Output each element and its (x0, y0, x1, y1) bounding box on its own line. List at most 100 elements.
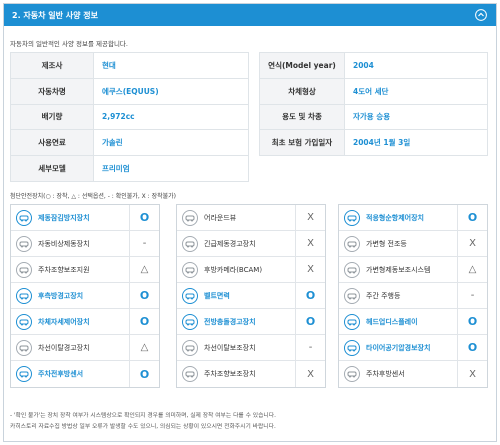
safety-item: 가변형제동보조시스템 △ (339, 257, 487, 283)
safety-item-name: 제동잠김방지장치 (38, 213, 90, 222)
safety-item-status: X (295, 257, 325, 282)
safety-item-name: 가변형제동보조시스템 (366, 265, 431, 274)
safety-item: 긴급제동경고장치 X (177, 231, 325, 257)
safety-item-status: △ (457, 257, 487, 282)
abs-icon (16, 210, 32, 226)
steering-assist-icon (182, 366, 198, 382)
safety-item: 가변형 전조등 X (339, 231, 487, 257)
hud-icon (344, 314, 360, 330)
safety-item-name: 자동비상제동장치 (38, 239, 90, 248)
rear-sensor-icon (344, 366, 360, 382)
safety-column-1: 제동잠김방지장치 O 자동비상제동장치 - 주차조향보조지원 △ 후측방경고장치 O 차체자세제… (10, 204, 160, 388)
spec-table-right: 연식(Model year) 2004 차체형상 4도어 세단 용도 및 차종 자가용 승… (259, 52, 488, 157)
seatbelt-icon (182, 288, 198, 304)
spec-value: 4도어 세단 (344, 77, 488, 105)
safety-item: 어라운드뷰 X (177, 205, 325, 231)
safety-item: 자동비상제동장치 - (11, 231, 159, 257)
spec-value: 프리미엄 (93, 155, 249, 182)
safety-item-status: △ (129, 257, 159, 282)
safety-item-name: 헤드업디스플레이 (366, 317, 418, 326)
safety-item-name: 후방카메라(BCAM) (204, 265, 263, 274)
daytime-light-icon (344, 288, 360, 304)
safety-item: 헤드업디스플레이 O (339, 309, 487, 335)
forward-collision-icon (182, 314, 198, 330)
safety-item-status: - (457, 283, 487, 308)
spec-row: 용도 및 차종 자가용 승용 (259, 103, 488, 131)
spec-table-left: 제조사 현대 자동차명 에쿠스(EQUUS) 배기량 2,972cc 사용연료 가솔린 세부모델… (10, 52, 249, 182)
chevron-up-icon[interactable] (475, 9, 487, 21)
spec-label: 제조사 (10, 52, 94, 79)
safety-item: 주차조향보조지원 △ (11, 257, 159, 283)
footnote: - '확인 불가'는 장치 장착 여부가 시스템상으로 확인되지 경우를 의미하… (10, 413, 276, 419)
safety-item-status: X (457, 231, 487, 256)
spec-label: 용도 및 차종 (259, 103, 345, 131)
spec-row: 연식(Model year) 2004 (259, 52, 488, 79)
safety-item: 후측방경고장치 O (11, 283, 159, 309)
rear-camera-icon (182, 262, 198, 278)
spec-label: 세부모델 (10, 155, 94, 182)
spec-label: 사용연료 (10, 129, 94, 157)
spec-value: 현대 (93, 52, 249, 79)
safety-item-name: 타이어공기압경보장치 (366, 343, 431, 352)
spec-row: 배기량 2,972cc (10, 103, 249, 131)
aeb-icon (16, 236, 32, 252)
tpms-icon (344, 340, 360, 356)
spec-row: 최초 보험 가입일자 2004년 1월 3일 (259, 129, 488, 157)
safety-item-name: 어라운드뷰 (204, 213, 237, 222)
safety-column-3: 적응형순항제어장치 O 가변형 전조등 X 가변형제동보조시스템 △ 주간 주행등 - 헤드업디… (338, 204, 488, 388)
safety-item-status: O (129, 283, 159, 308)
safety-item-name: 차선이탈경고장치 (38, 343, 90, 352)
safety-item-name: 차체자세제어장치 (38, 317, 90, 326)
safety-item-name: 주차전후방센서 (38, 370, 84, 378)
safety-item: 전방충돌경고장치 O (177, 309, 325, 335)
safety-item-name: 주차조향보조장치 (204, 370, 256, 378)
spec-label: 차체형상 (259, 77, 345, 105)
spec-label: 연식(Model year) (259, 52, 345, 79)
safety-item-status: O (129, 205, 159, 230)
section-title: 2. 자동차 일반 사양 정보 (12, 10, 98, 20)
safety-item: 후방카메라(BCAM) X (177, 257, 325, 283)
safety-item-name: 주간 주행등 (366, 291, 401, 300)
safety-item-status: X (295, 205, 325, 230)
safety-item: 주차전후방센서 O (11, 361, 159, 387)
spec-row: 세부모델 프리미엄 (10, 155, 249, 182)
safety-item-status: O (457, 205, 487, 230)
safety-item-status: O (129, 361, 159, 387)
safety-item: 벨트면력 O (177, 283, 325, 309)
safety-item-status: X (295, 361, 325, 387)
safety-item: 차체자세제어장치 O (11, 309, 159, 335)
adaptive-headlight-icon (344, 236, 360, 252)
safety-item-name: 후측방경고장치 (38, 291, 84, 300)
spec-value: 가솔린 (93, 129, 249, 157)
safety-item-name: 가변형 전조등 (366, 239, 407, 248)
spec-value: 2004 (344, 52, 488, 79)
safety-item: 차선이탈보조장치 - (177, 335, 325, 361)
spec-row: 사용연료 가솔린 (10, 129, 249, 157)
safety-legend: 첨단안전장치(○ : 장착, △ : 선택옵션, - : 확인불가, X : 장… (10, 193, 176, 200)
safety-item: 제동잠김방지장치 O (11, 205, 159, 231)
around-view-icon (182, 210, 198, 226)
rear-side-warning-icon (16, 288, 32, 304)
spec-value: 2004년 1월 3일 (344, 129, 488, 157)
safety-item: 타이어공기압경보장치 O (339, 335, 487, 361)
lane-departure-icon (16, 340, 32, 356)
safety-item-name: 긴급제동경고장치 (204, 239, 256, 248)
spec-value: 자가용 승용 (344, 103, 488, 131)
safety-item-name: 차선이탈보조장치 (204, 343, 256, 352)
spec-label: 배기량 (10, 103, 94, 131)
spec-value: 2,972cc (93, 103, 249, 131)
parking-sensor-icon (16, 366, 32, 382)
safety-item: 주차조향보조장치 X (177, 361, 325, 387)
safety-item-status: O (457, 309, 487, 334)
section-header[interactable]: 2. 자동차 일반 사양 정보 (4, 4, 496, 26)
safety-item-name: 적응형순항제어장치 (366, 213, 424, 222)
safety-item-name: 주차조향보조지원 (38, 265, 90, 274)
safety-item-status: △ (129, 335, 159, 360)
spec-row: 차체형상 4도어 세단 (259, 77, 488, 105)
safety-item-status: - (129, 231, 159, 256)
emergency-brake-warning-icon (182, 236, 198, 252)
safety-item-name: 전방충돌경고장치 (204, 317, 256, 326)
spec-row: 자동차명 에쿠스(EQUUS) (10, 77, 249, 105)
spec-value: 에쿠스(EQUUS) (93, 77, 249, 105)
safety-item-name: 주차후방센서 (366, 370, 405, 378)
